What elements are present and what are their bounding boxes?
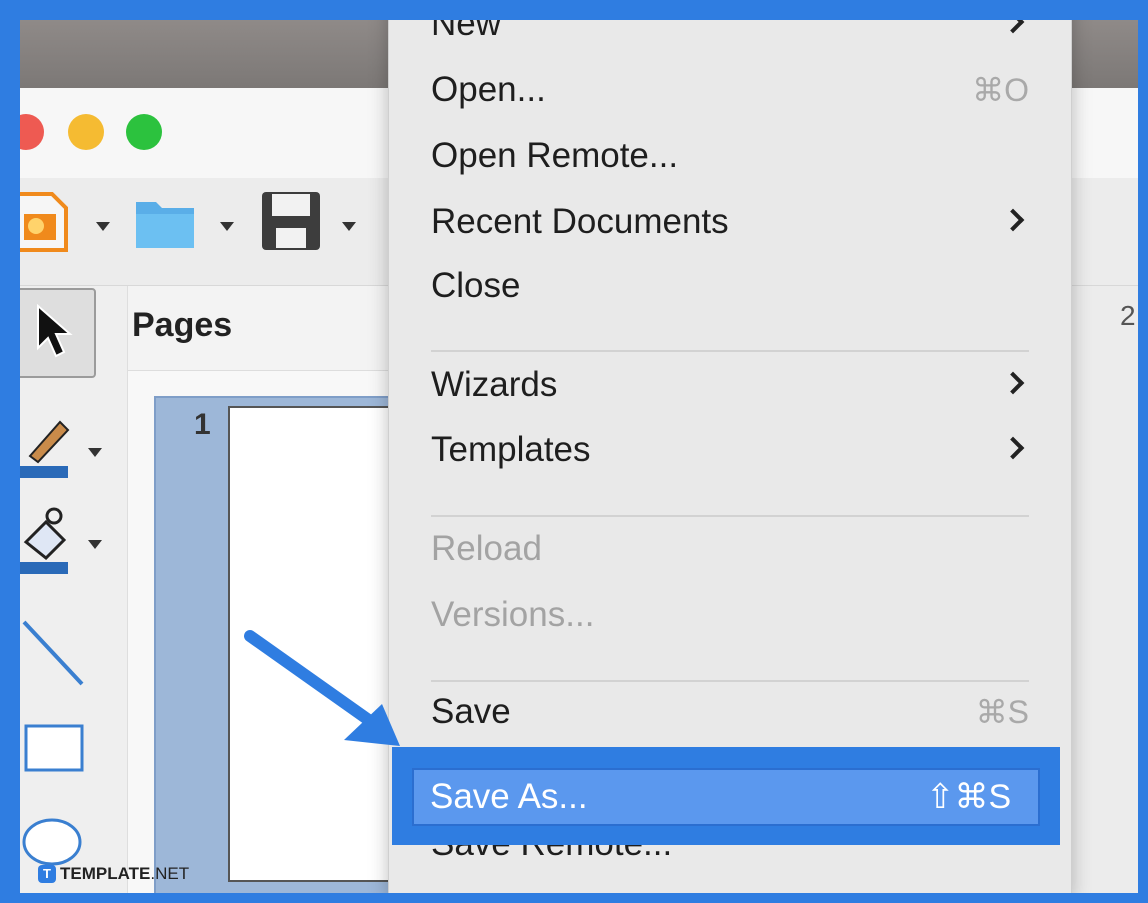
menu-item-open[interactable]: Open... ⌘O xyxy=(431,62,1029,118)
menu-item-save[interactable]: Save ⌘S xyxy=(431,684,1029,740)
menu-item-wizards[interactable]: Wizards xyxy=(431,357,1029,413)
chevron-down-icon[interactable] xyxy=(342,222,356,231)
impress-icon[interactable] xyxy=(20,190,70,254)
menu-item-open-remote[interactable]: Open Remote... xyxy=(431,128,1029,184)
minimize-window-button[interactable] xyxy=(68,114,104,150)
menu-item-new[interactable]: New xyxy=(431,20,1029,52)
menu-item-recent-documents[interactable]: Recent Documents xyxy=(431,194,1029,250)
panel-title: Pages xyxy=(132,306,233,344)
watermark-suffix: .NET xyxy=(150,864,190,883)
chevron-down-icon[interactable] xyxy=(220,222,234,231)
chevron-right-icon xyxy=(1001,371,1025,395)
menu-item-shortcut: ⇧⌘S xyxy=(926,778,1012,816)
menu-item-reload: Reload xyxy=(431,521,1029,577)
menu-item-label: Close xyxy=(431,266,521,305)
folder-icon[interactable] xyxy=(134,194,196,250)
watermark-brand: TEMPLATE xyxy=(60,864,151,883)
annotation-arrow-icon xyxy=(244,630,400,746)
rectangle-tool-icon[interactable] xyxy=(22,720,86,776)
editor-area xyxy=(1070,286,1138,893)
fill-color-icon[interactable] xyxy=(20,416,76,482)
pointer-arrow-icon xyxy=(37,304,73,358)
ellipse-tool-icon[interactable] xyxy=(20,816,88,868)
chevron-right-icon xyxy=(1001,436,1025,460)
menu-item-label: Recent Documents xyxy=(431,202,729,241)
chevron-down-icon[interactable] xyxy=(88,540,102,549)
menu-item-shortcut: ⌘S xyxy=(975,694,1029,730)
chevron-right-icon xyxy=(1001,20,1025,34)
watermark: T TEMPLATE .NET xyxy=(38,862,189,886)
line-tool-icon[interactable] xyxy=(20,618,90,690)
menu-separator xyxy=(431,515,1029,517)
menu-item-label: Reload xyxy=(431,529,542,568)
menu-item-versions: Versions... xyxy=(431,587,1029,643)
chevron-right-icon xyxy=(1001,208,1025,232)
menu-item-templates[interactable]: Templates xyxy=(431,422,1029,478)
menu-separator xyxy=(431,680,1029,682)
menu-item-label: Open Remote... xyxy=(431,136,679,175)
chevron-down-icon[interactable] xyxy=(96,222,110,231)
line-color-icon[interactable] xyxy=(20,506,76,576)
menu-item-shortcut: ⌘O xyxy=(972,72,1029,108)
menu-separator xyxy=(431,350,1029,352)
save-disk-icon[interactable] xyxy=(260,190,322,252)
zoom-window-button[interactable] xyxy=(126,114,162,150)
chevron-down-icon[interactable] xyxy=(88,448,102,457)
menu-item-label: Wizards xyxy=(431,365,558,404)
template-logo-icon: T xyxy=(38,865,56,883)
menu-item-label: Save As... xyxy=(430,777,588,816)
app-window: Pages 1 2 New Open... ⌘O Open Remote... … xyxy=(20,20,1138,893)
menu-item-label: Open... xyxy=(431,70,546,109)
menu-item-label: Templates xyxy=(431,430,591,469)
ruler-number: 2 xyxy=(1120,300,1136,331)
menu-item-label: Save xyxy=(431,692,511,731)
menu-item-label: Versions... xyxy=(431,595,595,634)
menu-item-label: New xyxy=(431,20,502,43)
menu-item-close[interactable]: Close xyxy=(431,258,1029,314)
slide-number: 1 xyxy=(194,408,211,441)
